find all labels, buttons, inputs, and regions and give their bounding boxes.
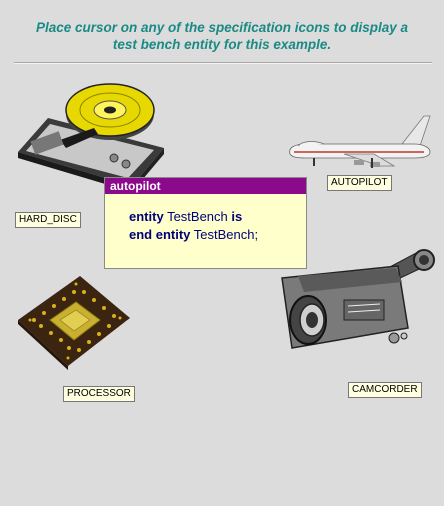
horizontal-divider bbox=[14, 62, 432, 64]
entity-name: TestBench bbox=[167, 209, 228, 224]
tooltip-code: entity TestBench is end entity TestBench… bbox=[105, 194, 306, 244]
code-line-2: end entity TestBench; bbox=[129, 226, 306, 244]
hard-disc-label[interactable]: HARD_DISC bbox=[15, 212, 81, 228]
code-line-1: entity TestBench is bbox=[129, 208, 306, 226]
tooltip-popup: autopilot entity TestBench is end entity… bbox=[104, 177, 307, 269]
instruction-line-1: Place cursor on any of the specification… bbox=[35, 20, 409, 35]
keyword-end-entity: end entity bbox=[129, 227, 191, 242]
tooltip-title: autopilot bbox=[105, 178, 306, 194]
keyword-is: is bbox=[231, 209, 243, 224]
processor-label[interactable]: PROCESSOR bbox=[63, 386, 135, 402]
keyword-entity: entity bbox=[129, 209, 164, 224]
instruction-line-2: test bench entity for this example. bbox=[112, 37, 332, 52]
airplane-icon[interactable] bbox=[284, 114, 432, 170]
processor-icon[interactable] bbox=[14, 270, 134, 370]
instruction-text: Place cursor on any of the specification… bbox=[0, 19, 444, 53]
camcorder-label[interactable]: CAMCORDER bbox=[348, 382, 422, 398]
autopilot-label[interactable]: AUTOPILOT bbox=[327, 175, 392, 191]
hard-disc-icon[interactable] bbox=[14, 78, 164, 188]
entity-name-end: TestBench; bbox=[193, 227, 259, 242]
